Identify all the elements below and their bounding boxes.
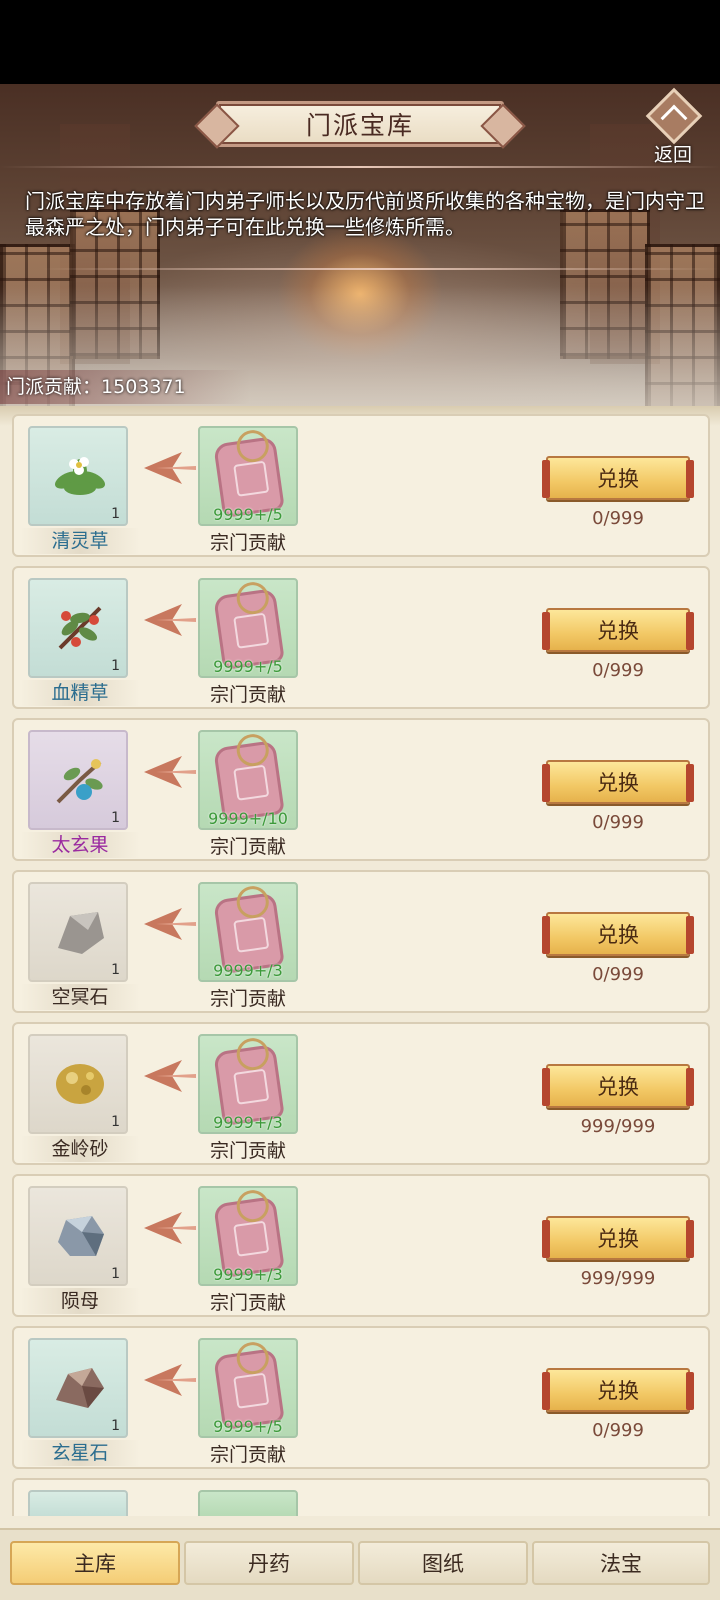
item-slot[interactable]: 1 [28, 1338, 128, 1438]
back-arrow-icon [645, 87, 703, 145]
currency-slot[interactable]: 9999+/3 [198, 1186, 298, 1286]
item-slot[interactable]: 1 [28, 426, 128, 526]
back-label: 返回 [653, 144, 692, 166]
stock-text: 0/999 [592, 1420, 644, 1441]
item-slot[interactable]: 1 [28, 1186, 128, 1286]
category-tabs: 主库 丹药 图纸 法宝 [0, 1528, 720, 1600]
item-count: 1 [111, 1266, 120, 1282]
stock-text: 0/999 [592, 964, 644, 985]
exchange-button[interactable]: 兑换 [542, 456, 694, 500]
stock-text: 999/999 [580, 1116, 656, 1137]
item-count: 1 [111, 658, 120, 674]
item-slot[interactable]: 1 [28, 578, 128, 678]
item-name: 空冥石 [20, 984, 140, 1010]
cost-text: 9999+/3 [213, 961, 283, 980]
item-count: 1 [111, 506, 120, 522]
currency-slot[interactable]: 9999+/5 [198, 578, 298, 678]
cost-text: 9999+/10 [208, 809, 288, 828]
stock-text: 0/999 [592, 660, 644, 681]
tab-blueprints[interactable]: 图纸 [358, 1541, 528, 1585]
exchange-panel: 1 清灵草 9999+/5 宗门贡献 兑换 0/999 1 血精草 9999+/… [0, 406, 720, 1600]
cost-text: 9999+/5 [213, 657, 283, 676]
currency-slot[interactable] [198, 1490, 298, 1516]
exchange-button[interactable]: 兑换 [542, 1368, 694, 1412]
exchange-button[interactable]: 兑换 [542, 1216, 694, 1260]
currency-name: 宗门贡献 [209, 532, 286, 554]
exchange-arrow-icon [144, 756, 196, 788]
exchange-row: 1 陨母 9999+/3 宗门贡献 兑换 999/999 [12, 1174, 710, 1317]
divider [0, 166, 720, 168]
tab-elixirs[interactable]: 丹药 [184, 1541, 354, 1585]
item-name: 太玄果 [20, 832, 140, 858]
cost-text: 9999+/3 [213, 1265, 283, 1284]
item-count: 1 [111, 1418, 120, 1434]
red-berry-herb-icon [50, 598, 110, 658]
item-slot[interactable]: 1 [28, 730, 128, 830]
exchange-arrow-icon [144, 908, 196, 940]
exchange-row: 1 血精草 9999+/5 宗门贡献 兑换 0/999 [12, 566, 710, 709]
treasury-description: 门派宝库中存放着门内弟子师长以及历代前贤所收集的各种宝物，是门内守卫最森严之处，… [25, 189, 705, 239]
meteorite-ore-icon [58, 1216, 104, 1256]
stock-text: 0/999 [592, 812, 644, 833]
currency-slot[interactable]: 9999+/5 [198, 1338, 298, 1438]
item-count: 1 [111, 1114, 120, 1130]
item-name: 金岭砂 [20, 1136, 140, 1162]
exchange-button[interactable]: 兑换 [542, 760, 694, 804]
white-flower-herb-icon [50, 446, 110, 506]
exchange-arrow-icon [144, 452, 196, 484]
blue-fruit-branch-icon [50, 750, 110, 810]
item-count: 1 [111, 810, 120, 826]
currency-slot[interactable]: 9999+/5 [198, 426, 298, 526]
exchange-row: 1 太玄果 9999+/10 宗门贡献 兑换 0/999 [12, 718, 710, 861]
currency-name: 宗门贡献 [209, 1140, 286, 1162]
divider [40, 268, 720, 270]
exchange-arrow-icon [144, 1212, 196, 1244]
grey-stone-icon [58, 912, 104, 954]
exchange-button[interactable]: 兑换 [542, 912, 694, 956]
tab-main-vault[interactable]: 主库 [10, 1541, 180, 1585]
exchange-row: 1 清灵草 9999+/5 宗门贡献 兑换 0/999 [12, 414, 710, 557]
currency-slot[interactable]: 9999+/3 [198, 882, 298, 982]
stock-text: 999/999 [580, 1268, 656, 1289]
item-name: 血精草 [20, 680, 140, 706]
exchange-button[interactable]: 兑换 [542, 608, 694, 652]
currency-name: 宗门贡献 [209, 1444, 286, 1466]
exchange-row: 1 空冥石 9999+/3 宗门贡献 兑换 0/999 [12, 870, 710, 1013]
exchange-list[interactable]: 1 清灵草 9999+/5 宗门贡献 兑换 0/999 1 血精草 9999+/… [0, 406, 720, 1516]
item-slot[interactable]: 1 [28, 882, 128, 982]
exchange-button[interactable]: 兑换 [542, 1064, 694, 1108]
stock-text: 0/999 [592, 508, 644, 529]
page-title: 门派宝库 [216, 101, 504, 147]
exchange-arrow-icon [144, 1060, 196, 1092]
exchange-arrow-icon [144, 1364, 196, 1396]
item-name: 陨母 [20, 1288, 140, 1314]
currency-name: 宗门贡献 [209, 684, 286, 706]
tab-artifacts[interactable]: 法宝 [532, 1541, 710, 1585]
back-button[interactable]: 返回 [640, 87, 706, 166]
exchange-row: 1 金岭砂 9999+/3 宗门贡献 兑换 999/999 [12, 1022, 710, 1165]
exchange-arrow-icon [144, 604, 196, 636]
currency-name: 宗门贡献 [209, 1292, 286, 1314]
status-bar [0, 0, 720, 84]
currency-slot[interactable]: 9999+/10 [198, 730, 298, 830]
exchange-row: 1 玄星石 9999+/5 宗门贡献 兑换 0/999 [12, 1326, 710, 1469]
exchange-row [12, 1478, 710, 1516]
item-name: 玄星石 [20, 1440, 140, 1466]
currency-slot[interactable]: 9999+/3 [198, 1034, 298, 1134]
item-slot[interactable] [28, 1490, 128, 1516]
contribution-label: 门派贡献： [6, 376, 102, 398]
cost-text: 9999+/5 [213, 505, 283, 524]
star-stone-icon [56, 1368, 104, 1408]
cost-text: 9999+/5 [213, 1417, 283, 1436]
item-name: 清灵草 [20, 528, 140, 554]
contribution-value: 1503371 [101, 376, 186, 398]
gold-ore-icon [56, 1064, 104, 1104]
item-slot[interactable]: 1 [28, 1034, 128, 1134]
sect-contribution: 门派贡献：1503371 [0, 370, 250, 404]
cost-text: 9999+/3 [213, 1113, 283, 1132]
currency-name: 宗门贡献 [209, 836, 286, 858]
item-count: 1 [111, 962, 120, 978]
currency-name: 宗门贡献 [209, 988, 286, 1010]
